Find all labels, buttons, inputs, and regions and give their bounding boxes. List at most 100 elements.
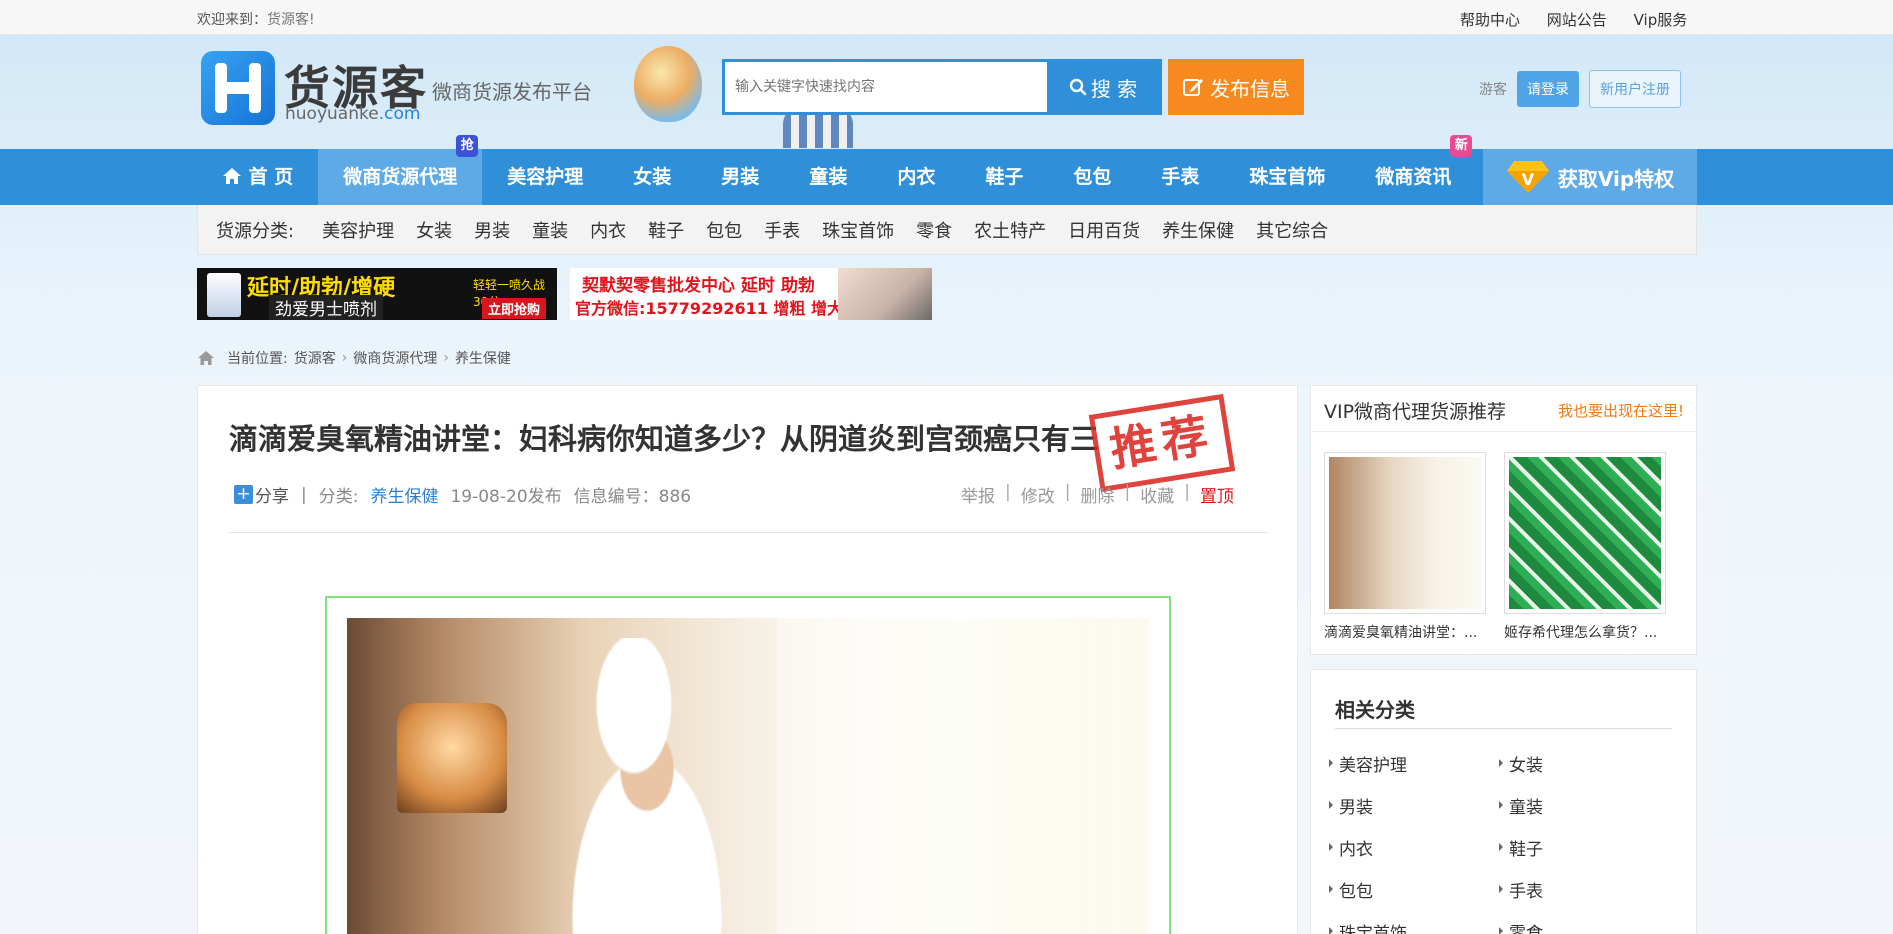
vip-item-caption[interactable]: 滴滴爱臭氧精油讲堂：... bbox=[1324, 622, 1486, 642]
favorite-link[interactable]: 收藏 bbox=[1140, 482, 1174, 507]
related-item-label: 男装 bbox=[1339, 797, 1373, 818]
publish-date: 19-08-20发布 bbox=[450, 487, 562, 507]
search-input[interactable] bbox=[735, 74, 1035, 100]
related-item[interactable]: 手表 bbox=[1499, 877, 1669, 902]
related-item[interactable]: 零食 bbox=[1499, 919, 1669, 934]
pin-top-link[interactable]: 置顶 bbox=[1200, 482, 1234, 507]
search-box: 搜 索 bbox=[722, 59, 1162, 115]
nav-beauty[interactable]: 美容护理 bbox=[482, 149, 608, 205]
arrow-right-icon bbox=[1499, 843, 1503, 851]
register-button[interactable]: 新用户注册 bbox=[1589, 70, 1681, 108]
category-link[interactable]: 养生保健 bbox=[1162, 217, 1234, 243]
nav-shoes[interactable]: 鞋子 bbox=[960, 149, 1048, 205]
nav-home[interactable]: 首 页 bbox=[197, 149, 318, 205]
share-label: 分享 bbox=[255, 487, 289, 507]
svg-text:V: V bbox=[1522, 170, 1535, 189]
category-link[interactable]: 珠宝首饰 bbox=[822, 217, 894, 243]
report-link[interactable]: 举报 bbox=[961, 482, 995, 507]
vip-service-link[interactable]: Vip服务 bbox=[1634, 11, 1688, 29]
publish-button[interactable]: 发布信息 bbox=[1168, 59, 1304, 115]
vip-box-title: VIP微商代理货源推荐 bbox=[1324, 401, 1507, 423]
category-link[interactable]: 包包 bbox=[706, 217, 742, 243]
related-item-label: 童装 bbox=[1509, 797, 1543, 818]
vip-item-caption[interactable]: 姬存希代理怎么拿货？... bbox=[1504, 622, 1666, 642]
category-link[interactable]: 农土特产 bbox=[974, 217, 1046, 243]
related-item[interactable]: 女装 bbox=[1499, 751, 1669, 776]
vip-box-header: VIP微商代理货源推荐 我也要出现在这里! bbox=[1311, 386, 1696, 432]
welcome-site-link[interactable]: 货源客! bbox=[267, 12, 315, 28]
category-link[interactable]: 手表 bbox=[764, 217, 800, 243]
ad-banner-wholesale[interactable]: 契默契零售批发中心 延时 助勃 官方微信:15779292611 增粗 增大 bbox=[570, 268, 932, 320]
related-item[interactable]: 内衣 bbox=[1329, 835, 1499, 860]
plus-icon: + bbox=[234, 485, 253, 504]
nav-label: 微商资讯 bbox=[1375, 166, 1452, 188]
nav-label: 珠宝首饰 bbox=[1249, 166, 1326, 188]
nav-women[interactable]: 女装 bbox=[608, 149, 696, 205]
category-link[interactable]: 童装 bbox=[532, 217, 568, 243]
category-link[interactable]: 其它综合 bbox=[1256, 217, 1328, 243]
vip-item[interactable]: 滴滴爱臭氧精油讲堂：... bbox=[1324, 452, 1486, 642]
related-item[interactable]: 美容护理 bbox=[1329, 751, 1499, 776]
product-bottle-image bbox=[207, 273, 241, 317]
arrow-right-icon bbox=[1329, 759, 1333, 767]
divider bbox=[1335, 728, 1672, 729]
vip-advertise-link[interactable]: 我也要出现在这里! bbox=[1558, 400, 1684, 421]
delete-link[interactable]: 删除 bbox=[1080, 482, 1114, 507]
article-image bbox=[347, 618, 1149, 934]
get-vip-label: 获取Vip特权 bbox=[1557, 166, 1675, 191]
related-item[interactable]: 包包 bbox=[1329, 877, 1499, 902]
article-meta: + 分享 | 分类: 养生保健 19-08-20发布 信息编号：886 bbox=[234, 482, 691, 507]
breadcrumb-item[interactable]: 养生保健 bbox=[455, 348, 511, 368]
vip-item-thumbnail[interactable] bbox=[1504, 452, 1666, 614]
breadcrumb-item[interactable]: 微商货源代理 bbox=[353, 348, 437, 368]
announcement-link[interactable]: 网站公告 bbox=[1547, 11, 1607, 29]
ad-buy-button[interactable]: 立即抢购 bbox=[482, 298, 547, 319]
nav-jewelry[interactable]: 珠宝首饰 bbox=[1224, 149, 1350, 205]
article-category-link[interactable]: 养生保健 bbox=[370, 482, 438, 507]
related-item[interactable]: 珠宝首饰 bbox=[1329, 919, 1499, 934]
category-link[interactable]: 女装 bbox=[416, 217, 452, 243]
nav-watches[interactable]: 手表 bbox=[1136, 149, 1224, 205]
arrow-right-icon bbox=[1329, 843, 1333, 851]
nav-men[interactable]: 男装 bbox=[696, 149, 784, 205]
article-title: 滴滴爱臭氧精油讲堂：妇科病你知道多少？从阴道炎到宫颈癌只有三 bbox=[229, 424, 1100, 456]
article-image-frame bbox=[325, 596, 1171, 934]
ad-banner-spray[interactable]: 延时/助勃/增硬 劲爱男士喷剂 轻轻一喷久战30分 立即抢购 bbox=[197, 268, 557, 320]
vip-item[interactable]: 姬存希代理怎么拿货？... bbox=[1504, 452, 1666, 642]
nav-kids[interactable]: 童装 bbox=[784, 149, 872, 205]
related-item[interactable]: 男装 bbox=[1329, 793, 1499, 818]
category-link[interactable]: 美容护理 bbox=[322, 217, 394, 243]
category-link[interactable]: 男装 bbox=[474, 217, 510, 243]
nav-news[interactable]: 微商资讯 新 bbox=[1350, 135, 1476, 205]
related-item-label: 手表 bbox=[1509, 881, 1543, 902]
category-link[interactable]: 内衣 bbox=[590, 217, 626, 243]
site-slogan: 微商货源发布平台 bbox=[432, 80, 592, 104]
login-button[interactable]: 请登录 bbox=[1517, 71, 1579, 107]
related-item[interactable]: 童装 bbox=[1499, 793, 1669, 818]
logo-domain: huoyuanke.com bbox=[285, 104, 420, 124]
related-item[interactable]: 鞋子 bbox=[1499, 835, 1669, 860]
nav-label: 内衣 bbox=[897, 166, 936, 188]
category-link[interactable]: 鞋子 bbox=[648, 217, 684, 243]
share-button[interactable]: + 分享 bbox=[234, 482, 289, 507]
related-item-label: 女装 bbox=[1509, 755, 1543, 776]
nav-bags[interactable]: 包包 bbox=[1048, 149, 1136, 205]
divider bbox=[229, 532, 1269, 533]
nav-weishang-agent[interactable]: 微商货源代理 抢 bbox=[318, 135, 483, 205]
search-button[interactable]: 搜 索 bbox=[1047, 62, 1159, 112]
edit-link[interactable]: 修改 bbox=[1021, 482, 1055, 507]
category-link[interactable]: 日用百货 bbox=[1068, 217, 1140, 243]
arrow-right-icon bbox=[1329, 927, 1333, 934]
recommend-stamp: 推荐 bbox=[1088, 393, 1236, 493]
nav-underwear[interactable]: 内衣 bbox=[872, 149, 960, 205]
help-center-link[interactable]: 帮助中心 bbox=[1460, 11, 1520, 29]
breadcrumb-item[interactable]: 货源客 bbox=[294, 348, 336, 368]
category-link[interactable]: 零食 bbox=[916, 217, 952, 243]
related-item-label: 美容护理 bbox=[1339, 755, 1407, 776]
vip-item-thumbnail[interactable] bbox=[1324, 452, 1486, 614]
curtain-shape bbox=[777, 618, 1149, 934]
logo-icon[interactable] bbox=[201, 51, 275, 125]
related-item-label: 鞋子 bbox=[1509, 839, 1543, 860]
nav-label: 微商货源代理 bbox=[343, 166, 458, 188]
get-vip-button[interactable]: V 获取Vip特权 bbox=[1483, 149, 1697, 205]
